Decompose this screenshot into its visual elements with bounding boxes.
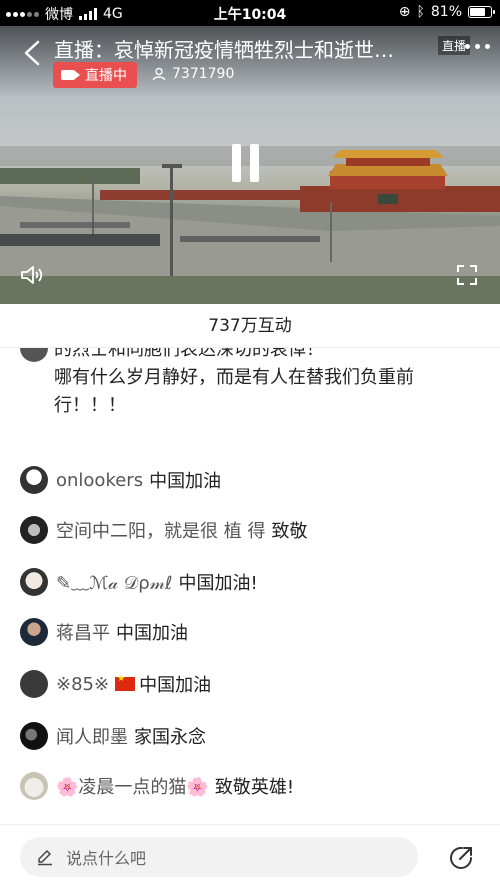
comment-author[interactable]: ※85※ [56, 674, 109, 695]
status-right: ⊕ ᛒ 81% [398, 4, 495, 20]
fullscreen-icon[interactable] [456, 264, 478, 286]
avatar[interactable] [20, 670, 48, 698]
comment-input-placeholder: 说点什么吧 [66, 849, 147, 868]
viewer-count-value: 7371790 [172, 66, 235, 82]
comment-list[interactable]: 的烈士和同胞们表达深切的哀悼！ 哪有什么岁月静好，而是有人在替我们负重前 行！！… [0, 348, 500, 824]
comment-input[interactable]: 说点什么吧 [20, 837, 418, 877]
volume-icon[interactable] [20, 264, 44, 286]
avatar[interactable] [20, 772, 48, 800]
comment-item: 空间中二阳，就是很 植 得 致敬 [20, 514, 490, 546]
comment-author[interactable]: ✎﹏ℳ𝒶 𝒟ρ𝓂ℓ [56, 569, 172, 595]
comment-text: 中国加油 [139, 675, 212, 696]
avatar[interactable] [20, 618, 48, 646]
live-status-label: 直播中 [85, 68, 127, 84]
china-flag-icon [115, 674, 136, 691]
user-icon [152, 67, 166, 81]
live-title: 直播：哀悼新冠疫情牺牲烈士和逝世… [54, 38, 394, 62]
bottom-bar: 说点什么吧 [0, 824, 500, 889]
status-bar: 微博 4G 上午10:04 ⊕ ᛒ 81% [0, 0, 500, 26]
interaction-count[interactable]: 737万互动 [0, 304, 500, 348]
comment-item: 蒋昌平 中国加油 [20, 616, 490, 648]
comment-partial-line3: 行！！！ [54, 395, 126, 416]
avatar[interactable] [20, 568, 48, 596]
avatar[interactable] [20, 466, 48, 494]
comment-partial: 的烈士和同胞们表达深切的哀悼！ 哪有什么岁月静好，而是有人在替我们负重前 行！！… [54, 348, 484, 420]
comment-author[interactable]: 空间中二阳，就是很 植 得 [56, 517, 265, 543]
bluetooth-icon: ᛒ [416, 4, 425, 20]
avatar[interactable] [20, 348, 48, 362]
avatar[interactable] [20, 722, 48, 750]
comment-text: 中国加油! [178, 573, 258, 594]
pause-icon[interactable] [232, 144, 259, 182]
live-video-player[interactable]: 直播：哀悼新冠疫情牺牲烈士和逝世… 直播 直播中 7371790 [0, 26, 500, 304]
comment-author[interactable]: 闻人即墨 [56, 723, 128, 749]
comment-text: 家国永念 [134, 727, 206, 748]
avatar[interactable] [20, 516, 48, 544]
share-icon[interactable] [448, 845, 474, 871]
comment-text: 中国加油 [116, 623, 188, 644]
comment-text: 中国加油 [149, 471, 222, 492]
comment-item: onlookers 中国加油 [20, 464, 490, 496]
comment-item: 🌸凌晨一点的猫🌸 致敬英雄! [20, 770, 490, 802]
camera-icon [61, 70, 80, 80]
comment-text: 致敬 [271, 521, 308, 542]
comment-author[interactable]: 🌸凌晨一点的猫🌸 [56, 773, 209, 799]
comment-author[interactable]: 蒋昌平 [56, 619, 110, 645]
comment-partial-line2: 哪有什么岁月静好，而是有人在替我们负重前 [54, 367, 414, 388]
comment-item: ※85※ 中国加油 [20, 668, 490, 700]
back-icon[interactable] [20, 38, 44, 68]
battery-fill [470, 8, 485, 16]
rotation-lock-icon: ⊕ [398, 4, 411, 20]
comment-item: ✎﹏ℳ𝒶 𝒟ρ𝓂ℓ 中国加油! [20, 566, 490, 598]
comment-text: 致敬英雄! [214, 777, 295, 798]
live-status-badge: 直播中 [53, 62, 137, 88]
battery-icon [468, 6, 495, 18]
comment-item: 闻人即墨 家国永念 [20, 720, 490, 752]
viewer-count: 7371790 [152, 66, 234, 82]
comment-partial-line1: 的烈士和同胞们表达深切的哀悼！ [54, 348, 324, 360]
pencil-icon [38, 850, 52, 866]
battery-percent: 81% [430, 4, 462, 20]
more-icon[interactable] [465, 44, 490, 49]
comment-author[interactable]: onlookers [56, 470, 143, 491]
